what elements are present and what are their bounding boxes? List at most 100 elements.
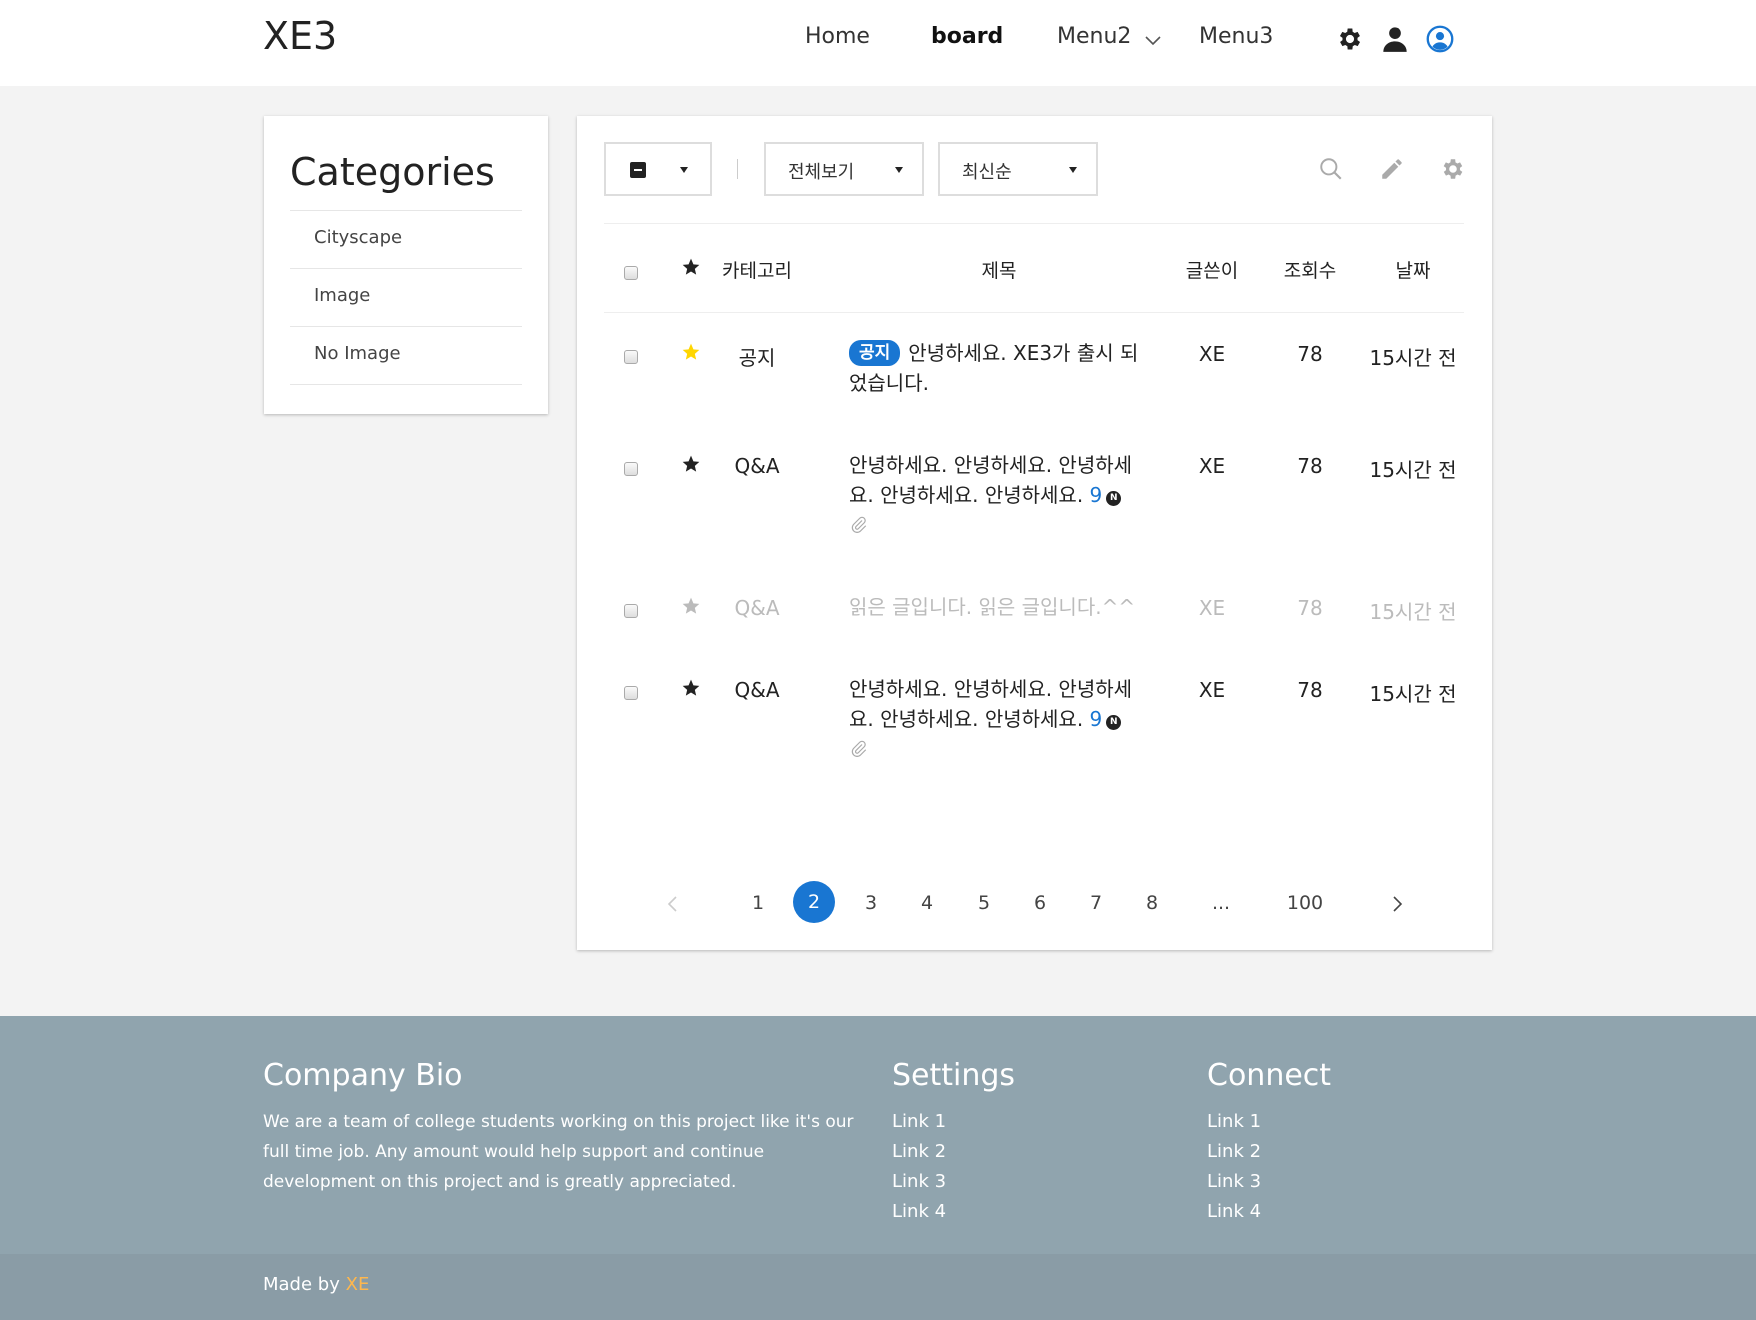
row-title[interactable]: 안녕하세요. 안녕하세요. 안녕하세요. 안녕하세요. 안녕하세요. 9N [849,450,1149,510]
row-category: Q&A [734,454,780,478]
page-link[interactable]: 6 [1020,892,1060,914]
nav-home[interactable]: Home [805,24,870,49]
made-by-text: Made by XE [263,1274,369,1295]
row-views: 78 [1297,678,1323,702]
row-title[interactable]: 공지 안녕하세요. XE3가 출시 되었습니다. [849,338,1149,398]
category-item-cityscape[interactable]: Cityscape [290,210,522,268]
row-author[interactable]: XE [1167,596,1257,620]
next-page-icon[interactable] [1389,894,1405,914]
caret-down-icon [1069,167,1077,173]
select-all-checkbox[interactable] [624,266,638,280]
star-icon[interactable] [681,257,701,277]
footer-link[interactable]: Link 4 [1207,1197,1331,1227]
page-link-last[interactable]: 100 [1280,892,1330,914]
page-link[interactable]: 5 [964,892,1004,914]
row-date: 15시간 전 [1369,346,1457,370]
footer-bio-title: Company Bio [263,1058,463,1093]
row-views: 78 [1297,596,1323,620]
pencil-icon[interactable] [1379,156,1405,182]
nav-menu3[interactable]: Menu3 [1199,24,1273,49]
footer-link[interactable]: Link 3 [1207,1167,1331,1197]
new-post-icon: N [1106,715,1122,730]
caret-down-icon [895,167,903,173]
row-title[interactable]: 읽은 글입니다. 읽은 글입니다.^^ [849,592,1149,622]
page-link[interactable]: 1 [738,892,778,914]
star-icon[interactable] [681,454,701,474]
notice-badge: 공지 [849,340,901,366]
column-header-title[interactable]: 제목 [849,256,1149,283]
footer-link[interactable]: Link 2 [1207,1137,1331,1167]
table-header-divider [604,312,1464,313]
footer-bio-text: We are a team of college students workin… [263,1112,854,1192]
row-title-text[interactable]: 읽은 글입니다. 읽은 글입니다.^^ [849,595,1135,619]
chevron-down-icon[interactable] [1143,32,1163,48]
column-header-author[interactable]: 글쓴이 [1167,256,1257,283]
board-panel: 전체보기 최신순 카테고리 제목 글쓴이 조회수 날짜 공지 공지 안녕하세요. … [577,116,1492,950]
row-date: 15시간 전 [1369,600,1457,624]
sub-footer: Made by XE [0,1254,1756,1320]
footer-link[interactable]: Link 4 [892,1197,1015,1227]
footer-link[interactable]: Link 1 [892,1107,1015,1137]
categories-title: Categories [290,150,495,194]
bulk-select-dropdown[interactable] [604,142,712,196]
made-by-link[interactable]: XE [346,1274,370,1295]
column-header-category[interactable]: 카테고리 [702,256,812,283]
footer-settings-title: Settings [892,1058,1016,1093]
site-header: XE3 Home board Menu2 Menu3 [0,0,1756,86]
category-item-image[interactable]: Image [290,268,522,326]
footer-link[interactable]: Link 2 [892,1137,1015,1167]
account-circle-icon[interactable] [1426,25,1454,53]
footer-connect: Connect Link 1 Link 2 Link 3 Link 4 [1207,1058,1331,1227]
row-date: 15시간 전 [1369,682,1457,706]
previous-page-icon[interactable] [665,894,681,914]
new-post-icon: N [1106,491,1122,506]
category-item-no-image[interactable]: No Image [290,326,522,384]
page-link[interactable]: 7 [1076,892,1116,914]
row-views: 78 [1297,342,1323,366]
row-checkbox[interactable] [624,686,638,700]
site-footer: Company Bio We are a team of college stu… [0,1016,1756,1254]
view-filter-dropdown[interactable]: 전체보기 [764,142,924,196]
row-title[interactable]: 안녕하세요. 안녕하세요. 안녕하세요. 안녕하세요. 안녕하세요. 9N [849,674,1149,734]
comment-count[interactable]: 9 [1090,707,1103,731]
star-icon[interactable] [681,342,701,362]
settings-gear-icon[interactable] [1440,156,1466,182]
toolbar-divider-line [604,223,1464,224]
footer-link[interactable]: Link 1 [1207,1107,1331,1137]
page-link[interactable]: 3 [851,892,891,914]
made-by-prefix: Made by [263,1274,340,1295]
nav-board[interactable]: board [931,24,1003,49]
column-header-date[interactable]: 날짜 [1363,256,1463,283]
star-icon[interactable] [681,678,701,698]
gear-icon[interactable] [1336,25,1364,53]
row-checkbox[interactable] [624,604,638,618]
footer-settings: Settings Link 1 Link 2 Link 3 Link 4 [892,1058,1015,1227]
column-header-views[interactable]: 조회수 [1265,256,1355,283]
row-checkbox[interactable] [624,462,638,476]
footer-link[interactable]: Link 3 [892,1167,1015,1197]
row-category: 공지 [738,346,776,370]
page-link[interactable]: 4 [907,892,947,914]
star-icon[interactable] [681,596,701,616]
category-list-divider [290,384,522,385]
attachment-icon [851,740,867,757]
user-icon[interactable] [1381,25,1409,53]
row-checkbox[interactable] [624,350,638,364]
sort-order-dropdown[interactable]: 최신순 [938,142,1098,196]
row-author[interactable]: XE [1167,454,1257,478]
row-author[interactable]: XE [1167,678,1257,702]
toolbar-divider [737,159,738,179]
nav-menu2[interactable]: Menu2 [1057,24,1131,49]
page-ellipsis: ... [1211,892,1231,914]
page-link-current[interactable]: 2 [793,881,835,923]
site-logo[interactable]: XE3 [263,14,337,58]
comment-count[interactable]: 9 [1090,483,1103,507]
row-author[interactable]: XE [1167,342,1257,366]
view-filter-value: 전체보기 [788,162,855,183]
row-category: Q&A [734,678,780,702]
page-link[interactable]: 8 [1132,892,1172,914]
search-icon[interactable] [1318,156,1344,182]
row-date: 15시간 전 [1369,458,1457,482]
attachment-icon [851,516,867,533]
caret-down-icon [680,167,688,173]
